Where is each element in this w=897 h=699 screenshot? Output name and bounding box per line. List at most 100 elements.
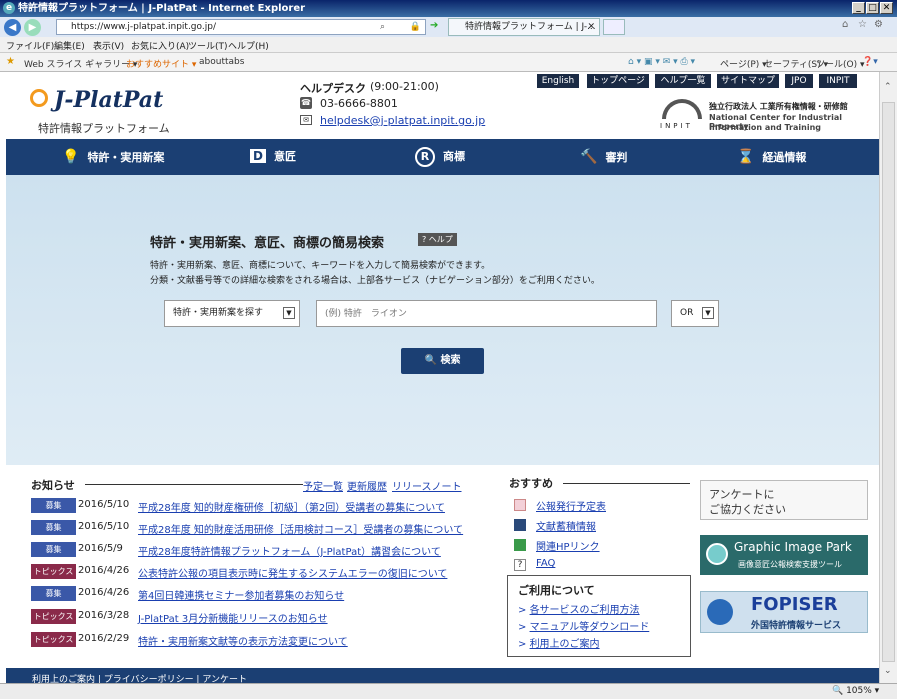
category-select[interactable]: 特許・実用新案を探す ▼ xyxy=(164,300,300,327)
search-button[interactable]: 🔍 検索 xyxy=(401,348,484,374)
home-command-icon[interactable]: ⌂ ▾ ▣ ▾ ✉ ▾ ⎙ ▾ xyxy=(628,57,695,67)
helpdesk-hours: (9:00-21:00) xyxy=(370,80,439,93)
home-icon[interactable]: ⌂ xyxy=(842,19,848,30)
news-link[interactable]: 平成28年度特許情報プラットフォーム（J-PlatPat）講習会について xyxy=(138,543,441,558)
schedule-link[interactable]: 予定一覧 xyxy=(303,478,343,493)
menu-edit[interactable]: 編集(E) xyxy=(54,39,85,52)
forward-button[interactable]: ▶ xyxy=(24,19,41,36)
tab-close-icon[interactable]: ✕ xyxy=(587,19,595,35)
helpdesk-email[interactable]: helpdesk@j-platpat.inpit.go.jp xyxy=(320,114,485,127)
nav-trial-label: 審判 xyxy=(605,151,628,164)
mail-icon: ✉ xyxy=(300,115,312,125)
search-help-button[interactable]: ? ヘルプ xyxy=(418,233,457,246)
lock-icon[interactable]: 🔒 xyxy=(410,20,421,34)
help-icon[interactable]: ❓▾ xyxy=(862,57,878,67)
minimize-button[interactable]: _ xyxy=(852,2,865,14)
survey-banner[interactable]: アンケートに ご協力ください xyxy=(700,480,868,520)
recommend-divider xyxy=(563,483,690,484)
news-link[interactable]: 特許・実用新案文献等の表示方法変更について xyxy=(138,633,348,648)
maximize-button[interactable]: □ xyxy=(866,2,879,14)
nav-progress[interactable]: ⌛ 経過情報 xyxy=(737,139,806,175)
close-window-button[interactable]: ✕ xyxy=(880,2,893,14)
usage-link[interactable]: > 利用上のご案内 xyxy=(518,635,600,650)
category-select-value: 特許・実用新案を探す xyxy=(173,308,264,318)
scroll-thumb[interactable] xyxy=(882,102,895,662)
help-list-link[interactable]: ヘルプ一覧 xyxy=(655,74,711,88)
recommend-link[interactable]: 公報発行予定表 xyxy=(536,498,606,513)
news-link[interactable]: 公表特許公報の項目表示時に発生するシステムエラーの復旧について xyxy=(138,565,447,580)
search-desc-2: 分類・文献番号等での詳細な検索をされる場合は、上部各サービス（ナビゲーション部分… xyxy=(150,276,600,286)
news-tag: 募集 xyxy=(31,586,76,601)
top-page-link[interactable]: トップページ xyxy=(587,74,649,88)
news-tag: 募集 xyxy=(31,520,76,535)
update-history-link[interactable]: 更新履歴 xyxy=(347,478,387,493)
tools-menu[interactable]: ツール(O) ▾ xyxy=(816,57,865,70)
design-d-icon: D xyxy=(250,149,266,163)
news-link[interactable]: 第4回日韓連携セミナー参加者募集のお知らせ xyxy=(138,587,344,602)
news-link[interactable]: J-PlatPat 3月分新機能リリースのお知らせ xyxy=(138,610,328,625)
vertical-scrollbar[interactable]: ⌃ ⌄ xyxy=(879,72,897,683)
recommend-link[interactable]: FAQ xyxy=(536,558,555,569)
calendar-icon xyxy=(514,499,526,511)
menu-file[interactable]: ファイル(F) xyxy=(6,39,54,52)
scroll-down-icon[interactable]: ⌄ xyxy=(884,666,892,676)
usage-link-label: 利用上のご案内 xyxy=(529,639,600,650)
news-tag: 募集 xyxy=(31,498,76,513)
keyword-input[interactable] xyxy=(316,300,657,327)
favorites-star-icon[interactable]: ★ xyxy=(6,56,15,67)
survey-line-2: ご協力ください xyxy=(709,503,786,516)
usage-link[interactable]: > マニュアル等ダウンロード xyxy=(518,618,649,633)
hourglass-icon: ⌛ xyxy=(737,149,755,165)
footer-links[interactable]: 利用上のご案内 | プライバシーポリシー | アンケート xyxy=(32,675,247,683)
search-icon[interactable]: ⌕ xyxy=(380,20,385,34)
menu-help[interactable]: ヘルプ(H) xyxy=(228,39,269,52)
zoom-level[interactable]: 🔍 105% ▾ xyxy=(832,686,879,696)
jpo-link[interactable]: JPO xyxy=(785,74,813,88)
sitemap-link[interactable]: サイトマップ xyxy=(717,74,779,88)
menu-view[interactable]: 表示(V) xyxy=(93,39,124,52)
web-page: J-PlatPat 特許情報プラットフォーム ヘルプデスク (9:00-21:0… xyxy=(6,72,879,683)
inpit-link[interactable]: INPIT xyxy=(819,74,857,88)
page-footer: 利用上のご案内 | プライバシーポリシー | アンケート xyxy=(6,668,879,683)
fav-abouttabs[interactable]: abouttabs xyxy=(199,57,244,67)
page-menu[interactable]: ページ(P) ▾ xyxy=(720,57,767,70)
news-link[interactable]: 平成28年度 知的財産活用研修［活用検討コース］受講者の募集について xyxy=(138,521,463,536)
fav-web-slice[interactable]: Web スライス ギャラリー ▾ xyxy=(24,57,137,70)
settings-gear-icon[interactable]: ⚙ xyxy=(874,19,883,30)
graphic-image-park-banner[interactable]: Graphic Image Park 画像意匠公報検索支援ツール xyxy=(700,535,868,575)
fopiser-banner[interactable]: FOPISER 外国特許情報サービス xyxy=(700,591,868,633)
fopiser-subtitle: 外国特許情報サービス xyxy=(751,621,842,631)
nav-trial[interactable]: 🔨 審判 xyxy=(580,139,627,175)
usage-heading: ご利用について xyxy=(518,584,595,597)
recommend-link[interactable]: 関連HPリンク xyxy=(536,538,600,553)
news-tag: 募集 xyxy=(31,542,76,557)
nav-patent[interactable]: 💡 特許・実用新案 xyxy=(62,139,164,175)
nav-trademark[interactable]: R 商標 xyxy=(415,139,465,175)
recommend-link[interactable]: 文献蓄積情報 xyxy=(536,518,596,533)
back-button[interactable]: ◀ xyxy=(4,19,21,36)
release-notes-link[interactable]: リリースノート xyxy=(392,478,462,493)
fav-suggested[interactable]: おすすめサイト ▾ xyxy=(126,57,196,70)
jplatpat-logo[interactable]: J-PlatPat xyxy=(54,87,163,113)
english-link[interactable]: English xyxy=(537,74,579,88)
favorites-star-icon[interactable]: ☆ xyxy=(858,19,867,30)
usage-link[interactable]: > 各サービスのご利用方法 xyxy=(518,601,640,616)
menu-favorites[interactable]: お気に入り(A) xyxy=(131,39,189,52)
operator-select[interactable]: OR ▼ xyxy=(671,300,719,327)
news-link[interactable]: 平成28年度 知的財産権研修［初級］（第2回）受講者の募集について xyxy=(138,499,445,514)
inpit-logo-text: INPIT xyxy=(660,122,693,130)
tab-jplatpat[interactable]: 特許情報プラットフォーム | J-... ✕ xyxy=(448,18,600,36)
recommend-heading: おすすめ xyxy=(509,477,553,490)
news-tag: トピックス xyxy=(31,564,76,579)
menu-tools[interactable]: ツール(T) xyxy=(188,39,228,52)
nav-design[interactable]: D 意匠 xyxy=(250,139,296,175)
address-input[interactable]: https://www.j-platpat.inpit.go.jp/ ⌕ 🔒 xyxy=(56,19,426,35)
scroll-up-icon[interactable]: ⌃ xyxy=(884,82,892,92)
new-tab-button[interactable] xyxy=(603,19,625,35)
go-arrow-icon[interactable]: ➔ xyxy=(430,20,438,31)
search-section: 特許・実用新案、意匠、商標の簡易検索 ? ヘルプ 特許・実用新案、意匠、商標につ… xyxy=(6,175,879,465)
news-divider xyxy=(85,484,303,485)
search-button-label: 検索 xyxy=(440,355,461,366)
news-tag: トピックス xyxy=(31,632,76,647)
ie-logo-icon: e xyxy=(3,2,15,14)
